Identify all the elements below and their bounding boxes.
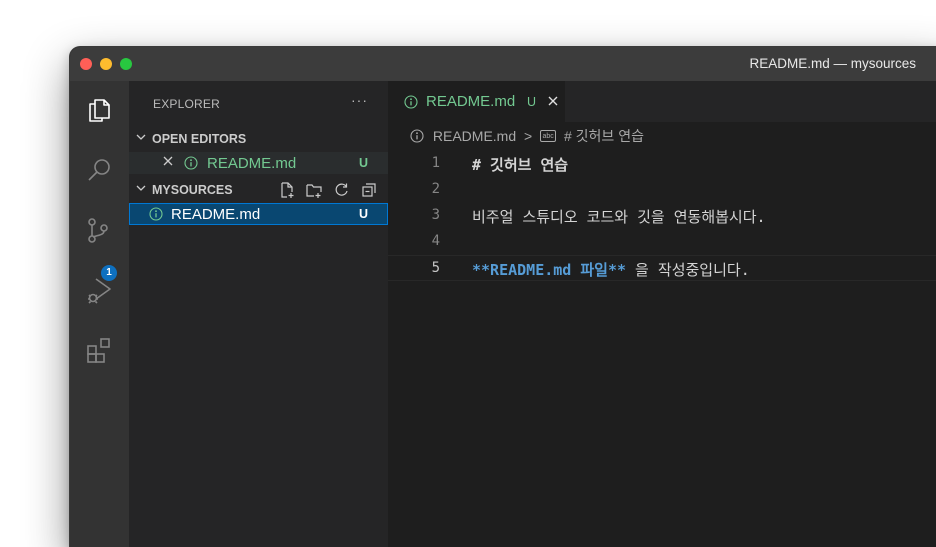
line-text-rest: 을 작성중입니다. xyxy=(626,261,750,279)
untracked-status: U xyxy=(358,156,368,170)
maximize-window-button[interactable] xyxy=(120,58,132,70)
code-line[interactable]: 4 xyxy=(388,229,936,255)
open-editor-filename: README.md xyxy=(207,155,297,172)
chevron-down-icon xyxy=(136,185,146,191)
line-number: 4 xyxy=(431,233,440,249)
info-icon xyxy=(149,207,163,221)
source-control-icon[interactable] xyxy=(82,213,116,247)
close-icon[interactable] xyxy=(161,154,175,168)
open-editors-header[interactable]: OPEN EDITORS xyxy=(129,128,388,150)
close-icon[interactable] xyxy=(546,94,560,108)
editor-area: README.md U README.md > abc # 깃허브 연습 1 #… xyxy=(388,81,936,547)
file-tree-item-readme[interactable]: README.md U xyxy=(129,203,388,225)
code-line[interactable]: 2 xyxy=(388,177,936,203)
explorer-sidebar: EXPLORER ··· OPEN EDITORS README.md U MY… xyxy=(129,81,388,547)
activity-bar: 1 xyxy=(70,81,129,547)
info-icon xyxy=(410,129,424,143)
folder-actions xyxy=(272,181,378,199)
info-icon xyxy=(184,156,198,170)
open-editors-label: OPEN EDITORS xyxy=(152,132,247,146)
explorer-title: EXPLORER xyxy=(153,97,220,111)
refresh-icon[interactable] xyxy=(333,181,351,199)
line-text: 비주얼 스튜디오 코드와 깃을 연동해봅시다. xyxy=(472,208,766,226)
window-title: README.md — mysources xyxy=(749,56,916,71)
run-debug-icon[interactable] xyxy=(82,273,116,307)
line-number: 1 xyxy=(431,155,440,171)
search-icon[interactable] xyxy=(82,153,116,187)
breadcrumb-file[interactable]: README.md xyxy=(433,128,516,144)
breadcrumb: README.md > abc # 깃허브 연습 xyxy=(410,126,644,146)
extensions-icon[interactable] xyxy=(82,333,116,367)
vscode-window: README.md — mysources 1 EXPLORER ··· OPE… xyxy=(70,47,936,547)
chevron-down-icon xyxy=(136,134,146,140)
tab-readme[interactable]: README.md U xyxy=(388,81,565,122)
line-number: 5 xyxy=(431,260,440,276)
breadcrumb-separator: > xyxy=(524,128,533,144)
code-line[interactable]: 1 # 깃허브 연습 xyxy=(388,151,936,177)
string-symbol-icon: abc xyxy=(540,130,557,142)
code-line[interactable]: 3 비주얼 스튜디오 코드와 깃을 연동해봅시다. xyxy=(388,203,936,229)
files-icon[interactable] xyxy=(82,93,116,127)
minimize-window-button[interactable] xyxy=(100,58,112,70)
line-number: 2 xyxy=(431,181,440,197)
new-folder-icon[interactable] xyxy=(305,181,323,199)
markdown-heading: # 깃허브 연습 xyxy=(472,156,569,174)
untracked-status: U xyxy=(358,207,368,221)
collapse-all-icon[interactable] xyxy=(360,181,378,199)
current-code-line[interactable]: 5 **README.md 파일** 을 작성중입니다. xyxy=(388,255,936,281)
info-icon xyxy=(404,95,418,109)
breadcrumb-symbol[interactable]: # 깃허브 연습 xyxy=(564,126,644,146)
tab-strip: README.md U xyxy=(388,81,936,122)
line-number: 3 xyxy=(431,207,440,223)
line-text: **README.md 파일** 을 작성중입니다. xyxy=(472,259,750,280)
folder-label: MYSOURCES xyxy=(152,183,233,197)
title-bar: README.md — mysources xyxy=(70,47,936,81)
folder-header[interactable]: MYSOURCES xyxy=(129,179,388,201)
tab-status: U xyxy=(527,95,537,109)
file-tree-filename: README.md xyxy=(171,206,261,223)
tab-label: README.md xyxy=(426,93,516,110)
open-editor-item[interactable]: README.md U xyxy=(129,152,388,174)
markdown-bold-text: **README.md 파일** xyxy=(472,261,627,279)
close-window-button[interactable] xyxy=(80,58,92,70)
more-actions-button[interactable]: ··· xyxy=(351,92,368,108)
new-file-icon[interactable] xyxy=(278,181,296,199)
